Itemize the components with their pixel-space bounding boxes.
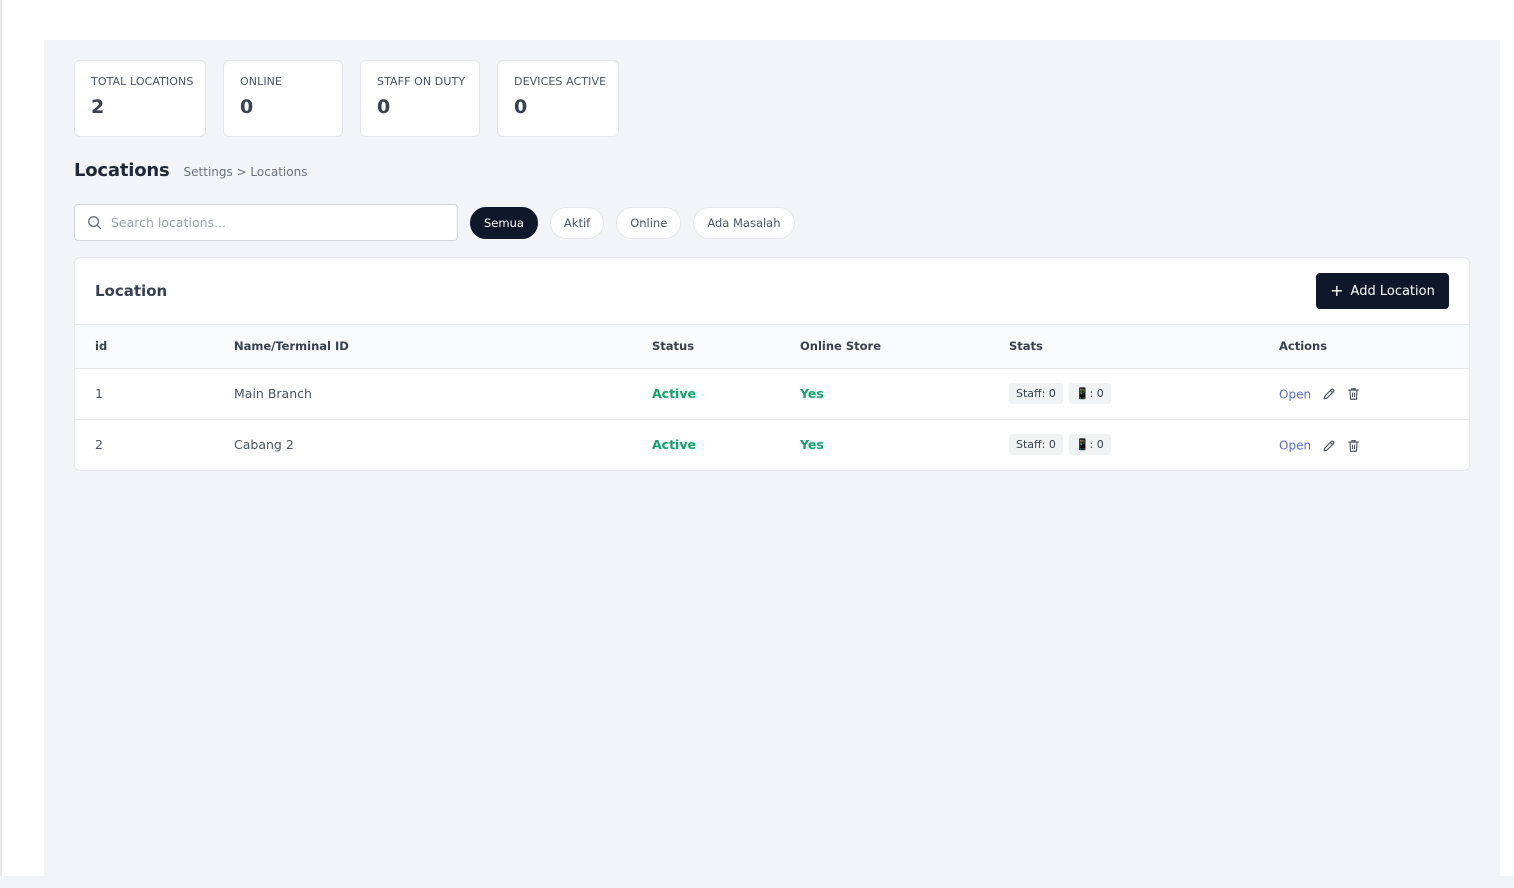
filter-chip-ada-masalah[interactable]: Ada Masalah: [693, 206, 795, 239]
filter-chip-aktif[interactable]: Aktif: [549, 206, 605, 239]
filter-row: Semua Aktif Online Ada Masalah: [74, 204, 795, 241]
column-header-name: Name/Terminal ID: [234, 339, 349, 354]
cell-id: 2: [95, 437, 103, 453]
page-title: Locations: [74, 160, 170, 181]
add-location-button[interactable]: + Add Location: [1316, 273, 1449, 309]
edit-pencil-icon[interactable]: [1322, 387, 1336, 401]
cell-status: Active: [652, 437, 696, 453]
column-header-online-store: Online Store: [800, 339, 881, 354]
breadcrumb: Settings > Locations: [183, 165, 308, 179]
stat-value: 2: [91, 96, 105, 118]
open-link[interactable]: Open: [1279, 387, 1311, 401]
cell-name: Cabang 2: [234, 437, 294, 453]
search-input[interactable]: [111, 215, 457, 230]
stat-value: 0: [240, 96, 254, 118]
stat-label: STAFF ON DUTY: [377, 75, 466, 88]
stat-card-online: ONLINE 0: [223, 60, 343, 137]
main-content: TOTAL LOCATIONS 2 ONLINE 0 STAFF ON DUTY…: [44, 40, 1500, 876]
filter-chip-online[interactable]: Online: [616, 206, 682, 239]
page-header: Locations Settings > Locations: [74, 160, 307, 181]
plus-icon: +: [1330, 281, 1344, 300]
stat-value: 0: [377, 96, 391, 118]
trash-icon[interactable]: [1347, 387, 1360, 401]
device-count-badge: 📱: 0: [1068, 434, 1111, 456]
cell-id: 1: [95, 386, 103, 401]
column-header-actions: Actions: [1279, 339, 1328, 354]
panel-title: Location: [95, 282, 168, 300]
cell-online-store: Yes: [800, 437, 824, 453]
table-row: 2 Cabang 2 Active Yes Staff: 0 📱: 0 Open: [75, 419, 1469, 470]
search-box[interactable]: [74, 204, 458, 241]
panel-header: Location + Add Location: [75, 258, 1469, 325]
staff-count-badge: Staff: 0: [1009, 383, 1063, 404]
cell-online-store: Yes: [800, 386, 824, 401]
stats-row: TOTAL LOCATIONS 2 ONLINE 0 STAFF ON DUTY…: [74, 60, 619, 137]
open-link[interactable]: Open: [1279, 439, 1311, 453]
cell-stats: Staff: 0 📱: 0: [989, 419, 1259, 470]
cell-status: Active: [652, 386, 696, 401]
stat-card-total-locations: TOTAL LOCATIONS 2: [74, 60, 206, 137]
stat-card-staff-on-duty: STAFF ON DUTY 0: [360, 60, 480, 137]
staff-count-badge: Staff: 0: [1009, 434, 1063, 456]
cell-stats: Staff: 0 📱: 0: [989, 368, 1259, 419]
locations-panel: Location + Add Location id Name/Terminal…: [74, 257, 1470, 471]
cell-name: Main Branch: [234, 386, 312, 401]
device-count-badge: 📱: 0: [1068, 383, 1111, 404]
column-header-status: Status: [652, 339, 695, 354]
stat-label: DEVICES ACTIVE: [514, 75, 607, 88]
app-frame: TOTAL LOCATIONS 2 ONLINE 0 STAFF ON DUTY…: [0, 0, 1514, 876]
cell-actions: Open: [1259, 419, 1469, 470]
cell-actions: Open: [1259, 368, 1469, 419]
table-row: 1 Main Branch Active Yes Staff: 0 📱: 0 Op…: [75, 368, 1469, 419]
table-header-row: id Name/Terminal ID Status Online Store …: [75, 325, 1469, 368]
column-header-id: id: [95, 339, 108, 354]
stat-label: ONLINE: [240, 75, 283, 88]
search-icon: [88, 216, 102, 230]
add-location-label: Add Location: [1350, 283, 1435, 299]
locations-table: id Name/Terminal ID Status Online Store …: [75, 325, 1469, 470]
stat-label: TOTAL LOCATIONS: [91, 75, 194, 88]
stat-value: 0: [514, 96, 528, 118]
filter-chip-semua[interactable]: Semua: [470, 206, 538, 239]
edit-pencil-icon[interactable]: [1322, 439, 1336, 453]
trash-icon[interactable]: [1347, 439, 1360, 453]
stat-card-devices-active: DEVICES ACTIVE 0: [497, 60, 619, 137]
column-header-stats: Stats: [1009, 339, 1043, 354]
